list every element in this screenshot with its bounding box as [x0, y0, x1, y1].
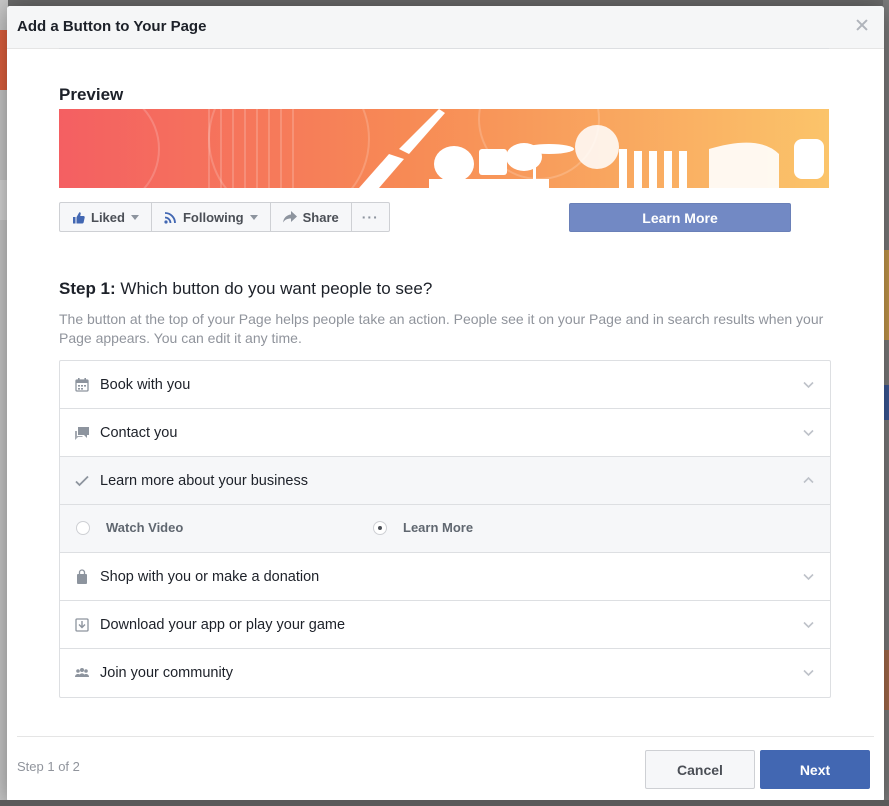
step-heading: Step 1: Which button do you want people … [59, 279, 432, 299]
checkmark-icon [75, 475, 89, 487]
background-page-bottom [0, 800, 889, 806]
chevron-down-icon [803, 621, 814, 629]
chevron-down-icon [803, 573, 814, 581]
step-count: Step 1 of 2 [17, 759, 80, 774]
option-download-app[interactable]: Download your app or play your game [60, 601, 830, 649]
page-action-bar: Liked Following Share ··· [59, 202, 390, 232]
chevron-down-icon [803, 669, 814, 677]
following-button[interactable]: Following [152, 203, 271, 231]
option-label: Join your community [100, 665, 233, 681]
radio-button-selected[interactable] [373, 520, 387, 535]
option-label: Download your app or play your game [100, 616, 346, 633]
option-label: Contact you [100, 424, 178, 441]
chevron-up-icon [803, 476, 814, 484]
radio-label: Learn More [403, 520, 474, 535]
footer-divider [17, 736, 874, 737]
option-label: Book with you [100, 376, 191, 393]
calendar-icon [75, 378, 89, 392]
divider [59, 48, 829, 49]
dialog-title: Add a Button to Your Page [17, 18, 207, 35]
liked-button[interactable]: Liked [60, 203, 152, 231]
option-contact-you[interactable]: Contact you [60, 409, 830, 457]
option-learn-more-about-business[interactable]: Learn more about your business [60, 457, 830, 505]
preview-heading: Preview [59, 85, 124, 104]
option-label: Shop with you or make a donation [100, 568, 320, 585]
share-button[interactable]: Share [271, 203, 352, 231]
rss-feed-icon [164, 211, 176, 224]
step-question: Which button do you want people to see? [115, 279, 433, 298]
people-icon [75, 668, 89, 677]
liked-label: Liked [91, 209, 125, 225]
radio-watch-video[interactable]: Watch Video [76, 520, 183, 535]
option-join-community[interactable]: Join your community [60, 649, 830, 697]
share-arrow-icon [282, 211, 297, 223]
learn-more-sub-options: Watch Video Learn More [60, 505, 830, 553]
close-icon[interactable] [854, 17, 870, 33]
chevron-down-icon [803, 381, 814, 389]
download-icon [75, 618, 89, 632]
radio-learn-more[interactable]: Learn More [373, 520, 473, 535]
step-description: The button at the top of your Page helps… [59, 311, 824, 346]
cover-photo [59, 109, 829, 188]
cancel-button[interactable]: Cancel [645, 750, 755, 789]
add-button-dialog: Add a Button to Your Page Preview Liked … [7, 6, 884, 802]
learn-more-preview-button[interactable]: Learn More [569, 203, 791, 232]
option-shop-or-donate[interactable]: Shop with you or make a donation [60, 553, 830, 601]
button-options-list: Book with you Contact you Learn more abo… [59, 360, 831, 698]
more-icon[interactable]: ··· [352, 203, 389, 231]
radio-label: Watch Video [106, 520, 184, 535]
chevron-down-icon [803, 429, 814, 437]
option-book-with-you[interactable]: Book with you [60, 361, 830, 409]
next-button[interactable]: Next [760, 750, 870, 789]
dialog-header: Add a Button to Your Page [7, 6, 884, 49]
following-label: Following [182, 209, 244, 225]
chat-icon [75, 427, 89, 440]
step-prefix: Step 1: [59, 279, 116, 298]
thumbs-up-icon [73, 211, 85, 223]
option-label: Learn more about your business [100, 472, 308, 489]
chevron-down-icon [249, 214, 258, 220]
radio-button[interactable] [76, 520, 90, 535]
share-label: Share [302, 209, 339, 225]
chevron-down-icon [130, 214, 139, 220]
shopping-bag-icon [77, 569, 87, 584]
